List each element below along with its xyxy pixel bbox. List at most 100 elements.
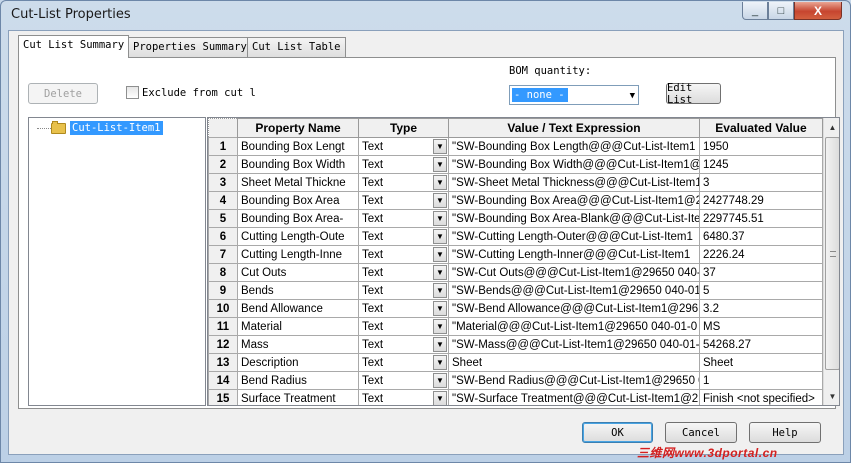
- chevron-down-icon[interactable]: ▼: [433, 229, 447, 244]
- row-number[interactable]: 6: [208, 227, 238, 246]
- row-number[interactable]: 13: [208, 353, 238, 372]
- table-row[interactable]: 15 Surface Treatment Text ▼ "SW-Surface Trea…: [208, 389, 823, 405]
- column-header-evaluated-value[interactable]: Evaluated Value: [699, 118, 823, 138]
- row-number[interactable]: 7: [208, 245, 238, 264]
- value-expression-cell[interactable]: "SW-Bounding Box Area@@@Cut-List-Item1@2: [448, 191, 700, 210]
- property-name-cell[interactable]: Surface Treatment: [237, 389, 359, 405]
- column-header-type[interactable]: Type: [358, 118, 449, 138]
- value-expression-cell[interactable]: "SW-Cutting Length-Inner@@@Cut-List-Item…: [448, 245, 700, 264]
- row-number[interactable]: 14: [208, 371, 238, 390]
- type-cell[interactable]: Text ▼: [358, 137, 449, 156]
- type-cell[interactable]: Text ▼: [358, 245, 449, 264]
- value-expression-cell[interactable]: "SW-Bends@@@Cut-List-Item1@29650 040-01: [448, 281, 700, 300]
- select-all-cell[interactable]: [208, 118, 238, 138]
- property-name-cell[interactable]: Cutting Length-Inne: [237, 245, 359, 264]
- value-expression-cell[interactable]: "SW-Mass@@@Cut-List-Item1@29650 040-01-: [448, 335, 700, 354]
- table-row[interactable]: 6 Cutting Length-Oute Text ▼ "SW-Cutting Len…: [208, 227, 823, 246]
- delete-button[interactable]: Delete: [28, 83, 98, 104]
- type-cell[interactable]: Text ▼: [358, 317, 449, 336]
- minimize-button[interactable]: _: [742, 2, 768, 20]
- close-button[interactable]: X: [794, 2, 842, 20]
- cut-list-tree[interactable]: Cut-List-Item1: [28, 117, 206, 406]
- vertical-scrollbar[interactable]: ▲ ▼: [823, 118, 839, 405]
- chevron-down-icon[interactable]: ▼: [433, 319, 447, 334]
- table-row[interactable]: 11 Material Text ▼ "Material@@@Cut-List-Item…: [208, 317, 823, 336]
- property-name-cell[interactable]: Material: [237, 317, 359, 336]
- cancel-button[interactable]: Cancel: [665, 422, 737, 443]
- table-row[interactable]: 5 Bounding Box Area- Text ▼ "SW-Bounding Box…: [208, 209, 823, 228]
- help-button[interactable]: Help: [749, 422, 821, 443]
- tree-item-cut-list-item1[interactable]: Cut-List-Item1: [70, 121, 163, 135]
- chevron-down-icon[interactable]: ▼: [433, 175, 447, 190]
- property-name-cell[interactable]: Bends: [237, 281, 359, 300]
- chevron-down-icon[interactable]: ▼: [433, 355, 447, 370]
- row-number[interactable]: 3: [208, 173, 238, 192]
- value-expression-cell[interactable]: "SW-Cut Outs@@@Cut-List-Item1@29650 040-: [448, 263, 700, 282]
- row-number[interactable]: 1: [208, 137, 238, 156]
- property-name-cell[interactable]: Bend Radius: [237, 371, 359, 390]
- row-number[interactable]: 9: [208, 281, 238, 300]
- property-name-cell[interactable]: Bend Allowance: [237, 299, 359, 318]
- exclude-from-cut-list-checkbox[interactable]: [126, 86, 139, 99]
- row-number[interactable]: 8: [208, 263, 238, 282]
- property-name-cell[interactable]: Mass: [237, 335, 359, 354]
- value-expression-cell[interactable]: "SW-Cutting Length-Outer@@@Cut-List-Item…: [448, 227, 700, 246]
- scroll-up-icon[interactable]: ▲: [825, 119, 839, 136]
- property-name-cell[interactable]: Bounding Box Area-: [237, 209, 359, 228]
- property-name-cell[interactable]: Cut Outs: [237, 263, 359, 282]
- property-name-cell[interactable]: Bounding Box Lengt: [237, 137, 359, 156]
- chevron-down-icon[interactable]: ▼: [433, 373, 447, 388]
- title-bar[interactable]: Cut-List Properties _ □ X: [1, 1, 850, 29]
- type-cell[interactable]: Text ▼: [358, 353, 449, 372]
- row-number[interactable]: 10: [208, 299, 238, 318]
- row-number[interactable]: 5: [208, 209, 238, 228]
- value-expression-cell[interactable]: "SW-Bounding Box Area-Blank@@@Cut-List-I…: [448, 209, 700, 228]
- type-cell[interactable]: Text ▼: [358, 281, 449, 300]
- property-name-cell[interactable]: Sheet Metal Thickne: [237, 173, 359, 192]
- chevron-down-icon[interactable]: ▼: [433, 211, 447, 226]
- property-name-cell[interactable]: Description: [237, 353, 359, 372]
- edit-list-button[interactable]: Edit List: [666, 82, 721, 106]
- chevron-down-icon[interactable]: ▼: [433, 265, 447, 280]
- table-row[interactable]: 2 Bounding Box Width Text ▼ "SW-Bounding Box…: [208, 155, 823, 174]
- value-expression-cell[interactable]: "SW-Bounding Box Width@@@Cut-List-Item1@: [448, 155, 700, 174]
- row-number[interactable]: 12: [208, 335, 238, 354]
- scroll-down-icon[interactable]: ▼: [825, 388, 839, 405]
- type-cell[interactable]: Text ▼: [358, 227, 449, 246]
- type-cell[interactable]: Text ▼: [358, 335, 449, 354]
- value-expression-cell[interactable]: "Material@@@Cut-List-Item1@29650 040-01-…: [448, 317, 700, 336]
- row-number[interactable]: 2: [208, 155, 238, 174]
- table-row[interactable]: 7 Cutting Length-Inne Text ▼ "SW-Cutting Len…: [208, 245, 823, 264]
- value-expression-cell[interactable]: "SW-Bend Radius@@@Cut-List-Item1@29650 0: [448, 371, 700, 390]
- value-expression-cell[interactable]: "SW-Bounding Box Length@@@Cut-List-Item1: [448, 137, 700, 156]
- value-expression-cell[interactable]: "SW-Surface Treatment@@@Cut-List-Item1@2: [448, 389, 700, 405]
- table-row[interactable]: 12 Mass Text ▼ "SW-Mass@@@Cut-List-Item1@296…: [208, 335, 823, 354]
- table-row[interactable]: 3 Sheet Metal Thickne Text ▼ "SW-Sheet Metal…: [208, 173, 823, 192]
- maximize-button[interactable]: □: [768, 2, 794, 20]
- chevron-down-icon[interactable]: ▼: [433, 193, 447, 208]
- chevron-down-icon[interactable]: ▼: [433, 301, 447, 316]
- table-row[interactable]: 1 Bounding Box Lengt Text ▼ "SW-Bounding Box…: [208, 137, 823, 156]
- row-number[interactable]: 15: [208, 389, 238, 405]
- row-number[interactable]: 11: [208, 317, 238, 336]
- type-cell[interactable]: Text ▼: [358, 155, 449, 174]
- chevron-down-icon[interactable]: ▼: [433, 337, 447, 352]
- column-header-value-expression[interactable]: Value / Text Expression: [448, 118, 700, 138]
- type-cell[interactable]: Text ▼: [358, 299, 449, 318]
- type-cell[interactable]: Text ▼: [358, 191, 449, 210]
- value-expression-cell[interactable]: "SW-Sheet Metal Thickness@@@Cut-List-Ite…: [448, 173, 700, 192]
- value-expression-cell[interactable]: Sheet: [448, 353, 700, 372]
- chevron-down-icon[interactable]: ▼: [433, 283, 447, 298]
- property-name-cell[interactable]: Bounding Box Area: [237, 191, 359, 210]
- type-cell[interactable]: Text ▼: [358, 389, 449, 405]
- chevron-down-icon[interactable]: ▼: [433, 139, 447, 154]
- type-cell[interactable]: Text ▼: [358, 371, 449, 390]
- ok-button[interactable]: OK: [582, 422, 653, 443]
- table-row[interactable]: 13 Description Text ▼ Sheet Sheet: [208, 353, 823, 372]
- tab-cut-list-table[interactable]: Cut List Table: [247, 37, 346, 57]
- property-name-cell[interactable]: Cutting Length-Oute: [237, 227, 359, 246]
- table-row[interactable]: 14 Bend Radius Text ▼ "SW-Bend Radius@@@Cut-…: [208, 371, 823, 390]
- chevron-down-icon[interactable]: ▼: [433, 391, 447, 405]
- row-number[interactable]: 4: [208, 191, 238, 210]
- table-row[interactable]: 8 Cut Outs Text ▼ "SW-Cut Outs@@@Cut-List-It…: [208, 263, 823, 282]
